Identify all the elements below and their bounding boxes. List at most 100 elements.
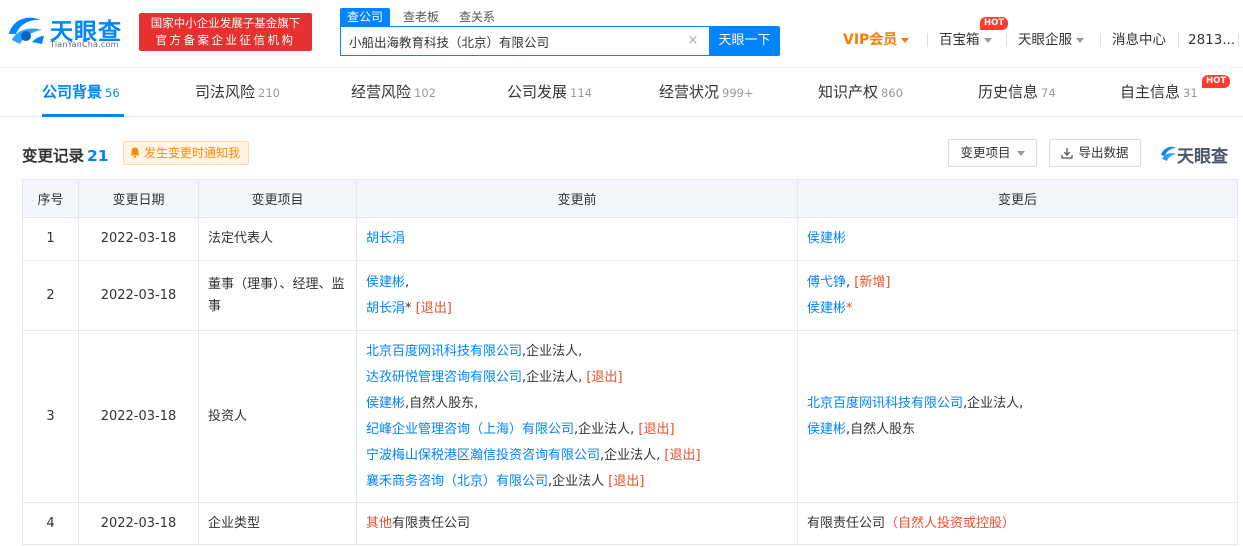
change-line: 侯建彬* bbox=[807, 296, 1228, 322]
change-text: 有限责任公司 bbox=[392, 515, 471, 531]
baibaoxiang-menu[interactable]: 百宝箱 bbox=[939, 30, 992, 50]
row-date: 2022-03-18 bbox=[78, 502, 199, 545]
change-marker: 其他 bbox=[366, 515, 393, 531]
change-line: 侯建彬,自然人股东, bbox=[366, 391, 788, 417]
tab-label: 经营风险 bbox=[351, 83, 412, 101]
col-header-index: 序号 bbox=[22, 179, 79, 218]
qifu-menu[interactable]: 天眼企服 bbox=[1018, 30, 1084, 50]
row-change-item: 法定代表人 bbox=[198, 217, 357, 261]
tianyancha-logo[interactable]: 天眼查 TianYanCha.com bbox=[6, 12, 131, 52]
export-data-button[interactable]: 导出数据 bbox=[1049, 139, 1141, 167]
search-input[interactable] bbox=[349, 27, 679, 55]
tianyancha-logo-icon bbox=[1161, 146, 1176, 161]
row-before-cell: 胡长涓 bbox=[356, 217, 798, 261]
search-button[interactable]: 天眼一下 bbox=[709, 26, 780, 56]
filter-label: 变更项目 bbox=[960, 145, 1011, 160]
tab-business-status[interactable]: 经营状况 999+ bbox=[659, 69, 754, 117]
change-marker: [退出] bbox=[608, 473, 645, 489]
tab-business-risk[interactable]: 经营风险 102 bbox=[351, 69, 436, 117]
entity-link[interactable]: 宁波梅山保税港区瀚信投资咨询有限公司 bbox=[366, 448, 600, 463]
change-marker: [退出] bbox=[415, 300, 452, 316]
entity-link[interactable]: 侯建彬 bbox=[807, 231, 846, 246]
tianyancha-logo-icon bbox=[9, 17, 44, 44]
hot-badge: HOT bbox=[1202, 75, 1231, 88]
nav-divider bbox=[1238, 33, 1239, 47]
change-line: 其他有限责任公司 bbox=[366, 511, 788, 537]
tab-label: 历史信息 bbox=[978, 83, 1039, 101]
user-menu[interactable]: 2813... bbox=[1188, 30, 1235, 50]
notify-on-change-button[interactable]: 发生变更时通知我 bbox=[123, 141, 250, 165]
row-change-item: 投资人 bbox=[198, 330, 357, 503]
tab-label: 知识产权 bbox=[818, 83, 879, 101]
change-text: ,自然人股东 bbox=[846, 421, 916, 437]
change-marker: * bbox=[846, 300, 853, 316]
col-header-after: 变更后 bbox=[797, 179, 1238, 218]
change-line: 侯建彬 bbox=[807, 226, 1228, 252]
row-date: 2022-03-18 bbox=[78, 217, 199, 261]
nav-divider bbox=[1006, 33, 1007, 47]
change-line: 北京百度网讯科技有限公司,企业法人, bbox=[807, 391, 1228, 417]
entity-link[interactable]: 北京百度网讯科技有限公司 bbox=[366, 344, 522, 359]
entity-link[interactable]: 侯建彬 bbox=[366, 396, 405, 411]
tab-label: 自主信息 bbox=[1120, 83, 1181, 101]
section-count: 21 bbox=[87, 147, 109, 165]
qifu-label: 天眼企服 bbox=[1018, 32, 1072, 48]
change-marker: [退出] bbox=[586, 369, 623, 385]
entity-link[interactable]: 胡长涓 bbox=[366, 231, 405, 246]
export-icon bbox=[1061, 148, 1074, 159]
entity-link[interactable]: 襄禾商务咨询（北京）有限公司 bbox=[366, 474, 548, 489]
change-marker: [退出] bbox=[638, 421, 675, 437]
entity-link[interactable]: 北京百度网讯科技有限公司 bbox=[807, 396, 963, 411]
entity-link[interactable]: 傅弋铮 bbox=[807, 275, 846, 290]
nav-divider bbox=[1178, 33, 1179, 47]
logo-subtitle: TianYanCha.com bbox=[50, 40, 119, 49]
tab-company-development[interactable]: 公司发展 114 bbox=[507, 69, 592, 117]
entity-link[interactable]: 胡长涓 bbox=[366, 301, 405, 316]
entity-link[interactable]: 纪峰企业管理咨询（上海）有限公司 bbox=[366, 422, 574, 437]
tab-intellectual-property[interactable]: 知识产权 860 bbox=[818, 69, 903, 117]
baibaoxiang-label: 百宝箱 bbox=[939, 32, 980, 48]
vip-menu[interactable]: VIP会员 bbox=[843, 30, 910, 50]
table-row: 4 2022-03-18 企业类型 其他有限责任公司 有限责任公司（自然人投资或控股） bbox=[22, 502, 1238, 545]
brand-text: 天眼查 bbox=[1177, 147, 1228, 167]
entity-link[interactable]: 侯建彬 bbox=[807, 301, 846, 316]
row-after-cell: 有限责任公司（自然人投资或控股） bbox=[797, 502, 1238, 545]
tab-label: 公司发展 bbox=[507, 83, 568, 101]
change-text: ,企业法人, bbox=[522, 369, 587, 385]
table-header-row: 序号 变更日期 变更项目 变更前 变更后 bbox=[22, 179, 1238, 218]
caret-down-icon bbox=[983, 37, 992, 43]
change-text: ,企业法人, bbox=[574, 421, 639, 437]
official-badge: 国家中小企业发展子基金旗下 官方备案企业征信机构 bbox=[139, 13, 312, 51]
tab-company-background[interactable]: 公司背景 56 bbox=[42, 69, 120, 117]
change-line: 纪峰企业管理咨询（上海）有限公司,企业法人, [退出] bbox=[366, 417, 788, 443]
change-text: ,自然人股东, bbox=[405, 395, 479, 411]
caret-down-icon bbox=[1016, 151, 1025, 156]
tab-count: 56 bbox=[105, 86, 120, 100]
search-tab-company[interactable]: 查公司 bbox=[340, 8, 391, 26]
tab-history[interactable]: 历史信息 74 bbox=[978, 69, 1056, 117]
change-marker: [退出] bbox=[664, 447, 701, 463]
tab-count: 102 bbox=[414, 86, 436, 100]
row-index: 1 bbox=[22, 217, 79, 261]
row-after-cell: 北京百度网讯科技有限公司,企业法人, 侯建彬,自然人股东 bbox=[797, 330, 1238, 503]
entity-link[interactable]: 侯建彬 bbox=[366, 275, 405, 290]
tab-count: 860 bbox=[881, 86, 903, 100]
clear-icon[interactable]: × bbox=[686, 34, 700, 48]
row-after-cell: 侯建彬 bbox=[797, 217, 1238, 261]
col-header-before: 变更前 bbox=[356, 179, 798, 218]
nav-divider bbox=[1100, 33, 1101, 47]
change-item-filter[interactable]: 变更项目 bbox=[948, 139, 1037, 167]
row-date: 2022-03-18 bbox=[78, 330, 199, 503]
tab-judicial-risk[interactable]: 司法风险 210 bbox=[195, 69, 280, 117]
message-center-link[interactable]: 消息中心 bbox=[1112, 30, 1166, 50]
caret-down-icon bbox=[901, 37, 910, 43]
entity-link[interactable]: 侯建彬 bbox=[807, 422, 846, 437]
tab-self-info[interactable]: 自主信息 31 bbox=[1120, 69, 1198, 117]
search-tab-boss[interactable]: 查老板 bbox=[403, 8, 439, 26]
tab-label: 经营状况 bbox=[659, 83, 720, 101]
entity-link[interactable]: 达孜研悦管理咨询有限公司 bbox=[366, 370, 522, 385]
search-tab-relation[interactable]: 查关系 bbox=[459, 8, 495, 26]
col-header-date: 变更日期 bbox=[78, 179, 199, 218]
company-tab-bar: 公司背景 56 司法风险 210 经营风险 102 公司发展 114 经营状况 999+ … bbox=[0, 69, 1243, 117]
row-before-cell: 其他有限责任公司 bbox=[356, 502, 798, 545]
